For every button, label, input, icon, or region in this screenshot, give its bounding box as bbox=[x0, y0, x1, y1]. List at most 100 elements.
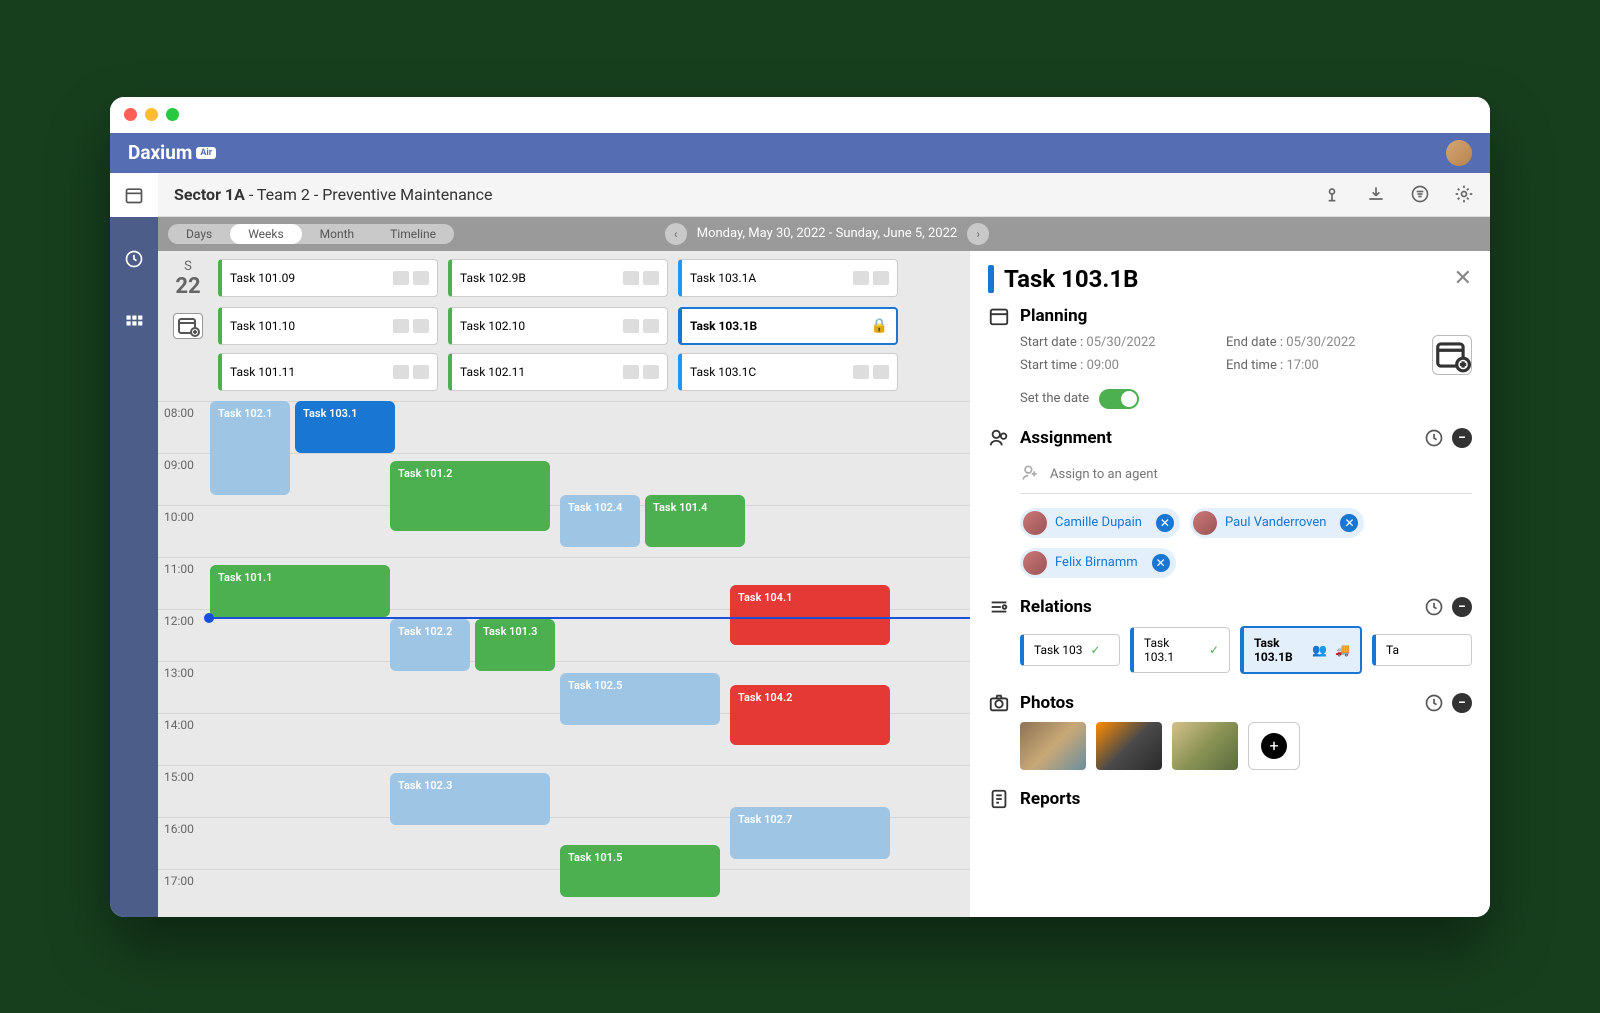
end-time-label: End time : bbox=[1226, 358, 1283, 373]
agent-chip[interactable]: Paul Vanderroven✕ bbox=[1190, 508, 1365, 538]
agent-avatar bbox=[1023, 511, 1047, 535]
photo-thumbnail[interactable] bbox=[1172, 722, 1238, 770]
event-task-102.2[interactable]: Task 102.2 bbox=[390, 619, 470, 671]
agent-name: Felix Birnamm bbox=[1055, 555, 1138, 570]
assign-agent-input[interactable] bbox=[1050, 467, 1472, 482]
user-avatar[interactable] bbox=[1446, 140, 1472, 166]
top-bar: DaxiumAir bbox=[110, 133, 1490, 173]
collapse-button[interactable]: − bbox=[1452, 693, 1472, 713]
view-tab-weeks[interactable]: Weeks bbox=[230, 224, 301, 244]
event-task-101.2[interactable]: Task 101.2 bbox=[390, 461, 550, 531]
agent-chip[interactable]: Camille Dupain✕ bbox=[1020, 508, 1180, 538]
end-time-value: 17:00 bbox=[1286, 358, 1318, 373]
maximize-window-icon[interactable] bbox=[166, 108, 179, 121]
gear-icon[interactable] bbox=[1454, 182, 1474, 206]
task-chip-101.11[interactable]: Task 101.11 bbox=[218, 353, 438, 391]
date-column bbox=[168, 353, 208, 391]
history-icon[interactable] bbox=[1424, 693, 1444, 713]
collapse-button[interactable]: − bbox=[1452, 428, 1472, 448]
event-task-102.7[interactable]: Task 102.7 bbox=[730, 807, 890, 859]
history-icon[interactable] bbox=[1424, 428, 1444, 448]
event-task-102.5[interactable]: Task 102.5 bbox=[560, 673, 720, 725]
photos-actions: − bbox=[1424, 693, 1472, 713]
pin-icon[interactable] bbox=[1322, 182, 1342, 206]
close-window-icon[interactable] bbox=[124, 108, 137, 121]
schedule-pane: S22Task 101.09Task 102.9BTask 103.1ATask… bbox=[158, 251, 970, 917]
event-task-101.3[interactable]: Task 101.3 bbox=[475, 619, 555, 671]
check-icon: ✓ bbox=[1091, 643, 1101, 657]
photo-thumbnail[interactable] bbox=[1020, 722, 1086, 770]
panel-title: Task 103.1B bbox=[988, 265, 1138, 293]
filter-icon[interactable] bbox=[1410, 182, 1430, 206]
end-date-value: 05/30/2022 bbox=[1286, 335, 1355, 350]
calendar-add-button[interactable] bbox=[173, 313, 203, 339]
truck-icon: 🚚 bbox=[1335, 643, 1350, 657]
relations-actions: − bbox=[1424, 597, 1472, 617]
remove-agent-button[interactable]: ✕ bbox=[1152, 554, 1170, 572]
event-task-101.5[interactable]: Task 101.5 bbox=[560, 845, 720, 897]
remove-agent-button[interactable]: ✕ bbox=[1340, 514, 1358, 532]
task-row: S22Task 101.09Task 102.9BTask 103.1A bbox=[168, 259, 960, 299]
calendar-icon bbox=[988, 305, 1010, 327]
calendar-icon bbox=[124, 185, 144, 205]
prev-week-button[interactable]: ‹ bbox=[665, 223, 687, 245]
detail-panel: Task 103.1B ✕ Planning Start date : bbox=[970, 251, 1490, 917]
event-task-102.4[interactable]: Task 102.4 bbox=[560, 495, 640, 547]
close-panel-button[interactable]: ✕ bbox=[1454, 266, 1472, 291]
minimize-window-icon[interactable] bbox=[145, 108, 158, 121]
task-chip-102.11[interactable]: Task 102.11 bbox=[448, 353, 668, 391]
event-task-102.1[interactable]: Task 102.1 bbox=[210, 401, 290, 495]
task-chip-101.09[interactable]: Task 101.09 bbox=[218, 259, 438, 297]
chip-icons bbox=[623, 319, 659, 333]
download-icon[interactable] bbox=[1366, 182, 1386, 206]
set-date-toggle[interactable] bbox=[1099, 389, 1139, 409]
hour-label: 13:00 bbox=[158, 662, 210, 713]
photo-thumbnail[interactable] bbox=[1096, 722, 1162, 770]
people-icon bbox=[393, 271, 409, 285]
content-area: S22Task 101.09Task 102.9BTask 103.1ATask… bbox=[158, 251, 1490, 917]
hour-label: 11:00 bbox=[158, 558, 210, 609]
edit-dates-button[interactable] bbox=[1432, 335, 1472, 375]
people-icon bbox=[988, 427, 1010, 449]
photos-heading: Photos − bbox=[988, 692, 1472, 714]
relation-card[interactable]: Ta bbox=[1372, 634, 1472, 666]
view-tab-timeline[interactable]: Timeline bbox=[372, 224, 454, 244]
task-chip-102.10[interactable]: Task 102.10 bbox=[448, 307, 668, 345]
task-chip-103.1C[interactable]: Task 103.1C bbox=[678, 353, 898, 391]
people-icon: 👥 bbox=[1312, 643, 1327, 657]
relation-cards: Task 103✓Task 103.1✓Task 103.1B👥🚚Ta bbox=[1020, 626, 1472, 674]
task-chip-103.1B[interactable]: Task 103.1B🔒 bbox=[678, 307, 898, 345]
assignment-actions: − bbox=[1424, 428, 1472, 448]
view-tab-days[interactable]: Days bbox=[168, 224, 230, 244]
truck-icon bbox=[643, 319, 659, 333]
task-chip-103.1A[interactable]: Task 103.1A bbox=[678, 259, 898, 297]
history-icon[interactable] bbox=[1424, 597, 1444, 617]
task-chip-rows: S22Task 101.09Task 102.9BTask 103.1ATask… bbox=[158, 251, 970, 391]
lock-icon: 🔒 bbox=[871, 318, 888, 334]
planning-grid: Start date : 05/30/2022 End date : 05/30… bbox=[1020, 335, 1472, 375]
agent-chip[interactable]: Felix Birnamm ✕ bbox=[1020, 548, 1176, 578]
app-body: Sector 1A - Team 2 - Preventive Maintena… bbox=[110, 173, 1490, 917]
relation-card[interactable]: Task 103✓ bbox=[1020, 634, 1120, 666]
relation-card[interactable]: Task 103.1B👥🚚 bbox=[1240, 626, 1362, 674]
event-task-104.1[interactable]: Task 104.1 bbox=[730, 585, 890, 645]
next-week-button[interactable]: › bbox=[967, 223, 989, 245]
task-chip-101.10[interactable]: Task 101.10 bbox=[218, 307, 438, 345]
task-chip-102.9B[interactable]: Task 102.9B bbox=[448, 259, 668, 297]
view-tab-month[interactable]: Month bbox=[302, 224, 372, 244]
nav-grid[interactable] bbox=[110, 301, 158, 345]
planning-heading: Planning bbox=[988, 305, 1472, 327]
collapse-button[interactable]: − bbox=[1452, 597, 1472, 617]
event-task-101.1[interactable]: Task 101.1 bbox=[210, 565, 390, 617]
relation-card[interactable]: Task 103.1✓ bbox=[1130, 627, 1230, 673]
check-icon: ✓ bbox=[1209, 643, 1219, 657]
event-task-102.3[interactable]: Task 102.3 bbox=[390, 773, 550, 825]
event-task-104.2[interactable]: Task 104.2 bbox=[730, 685, 890, 745]
add-photo-button[interactable]: + bbox=[1248, 722, 1300, 770]
nav-calendar[interactable] bbox=[110, 173, 158, 217]
event-task-103.1[interactable]: Task 103.1 bbox=[295, 401, 395, 453]
grid-icon bbox=[124, 313, 144, 333]
event-task-101.4[interactable]: Task 101.4 bbox=[645, 495, 745, 547]
nav-time[interactable] bbox=[110, 237, 158, 281]
remove-agent-button[interactable]: ✕ bbox=[1156, 514, 1174, 532]
